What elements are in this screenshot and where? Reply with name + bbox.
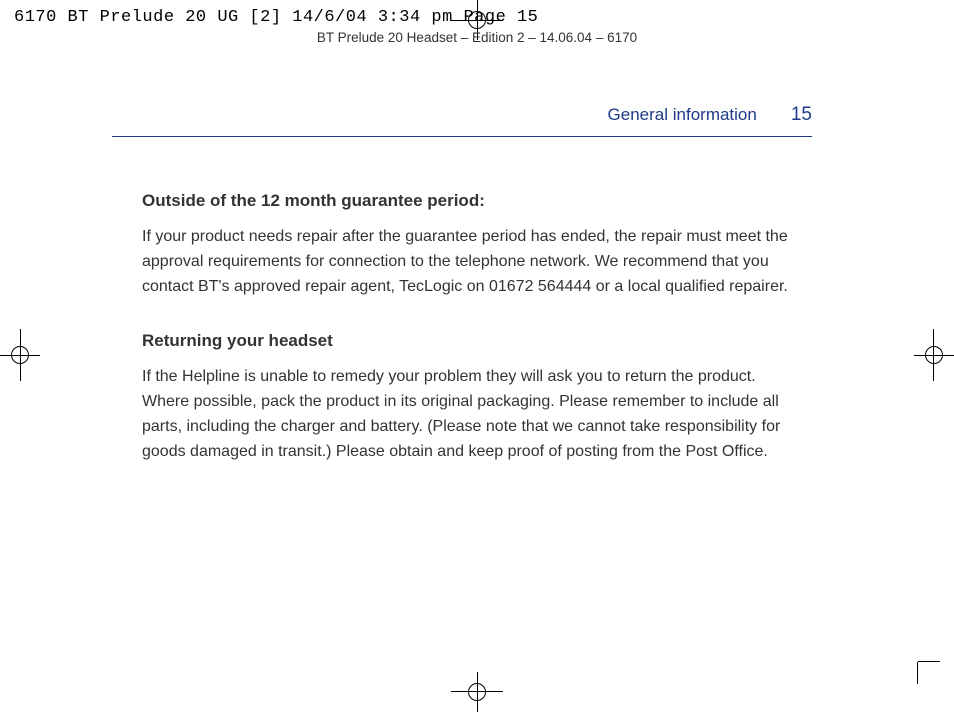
para-returning: If the Helpline is unable to remedy your… [142,365,802,464]
subhead-guarantee: Outside of the 12 month guarantee period… [142,191,802,211]
subhead-returning: Returning your headset [142,331,802,351]
para-guarantee: If your product needs repair after the g… [142,225,802,299]
page-number: 15 [791,104,812,126]
prepress-slugline: 6170 BT Prelude 20 UG [2] 14/6/04 3:34 p… [14,8,538,27]
document-id-line: BT Prelude 20 Headset – Edition 2 – 14.0… [0,30,954,45]
running-head: General information 15 [112,104,812,137]
content-area: Outside of the 12 month guarantee period… [112,191,812,465]
section-title: General information [608,105,757,125]
page-body: General information 15 Outside of the 12… [112,104,812,487]
